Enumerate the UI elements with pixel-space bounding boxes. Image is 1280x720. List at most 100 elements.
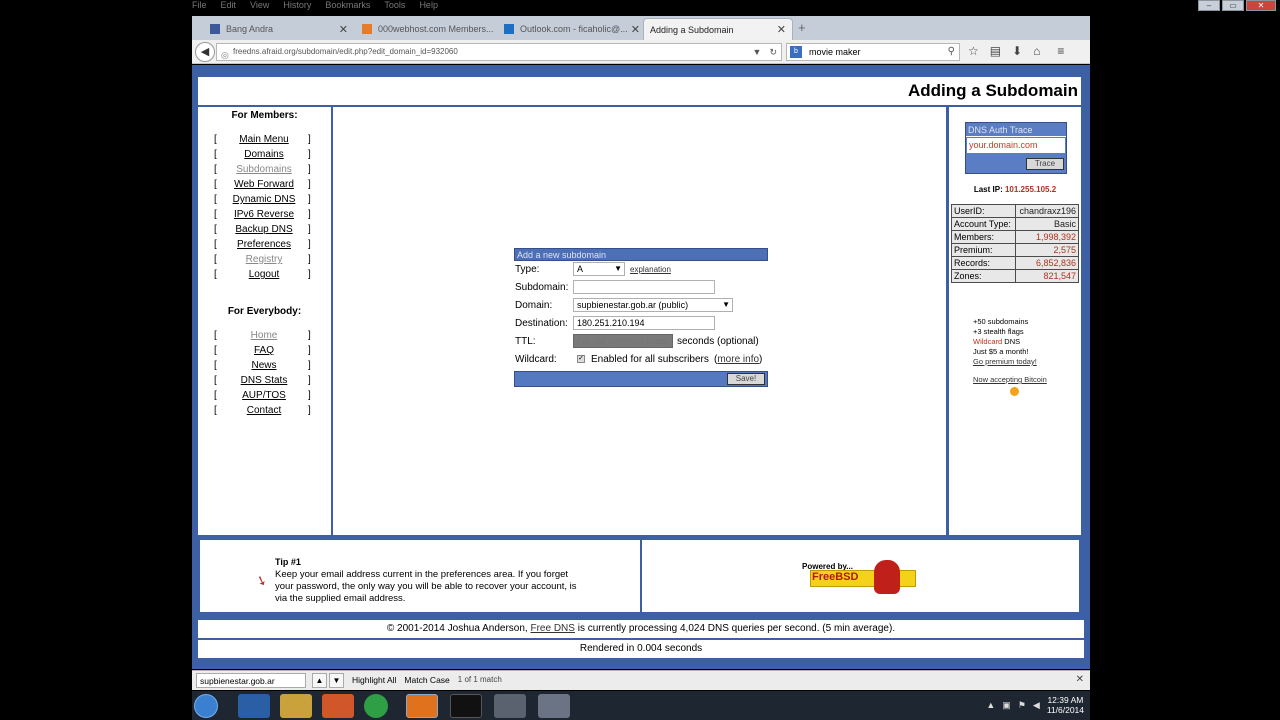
download-icon[interactable]: ⬇ bbox=[1012, 44, 1022, 58]
nav-link[interactable]: Contact bbox=[224, 405, 304, 416]
bitcoin-icon[interactable] bbox=[1010, 387, 1019, 396]
tab-label: Bang Andra bbox=[226, 24, 274, 34]
highlight-all-toggle[interactable]: Highlight All bbox=[352, 675, 396, 685]
menu-edit[interactable]: Edit bbox=[221, 0, 237, 14]
find-previous-button[interactable]: ▲ bbox=[312, 673, 327, 688]
show-hidden-icon[interactable]: ▲ bbox=[986, 700, 995, 710]
start-button[interactable] bbox=[194, 694, 218, 718]
ttl-input bbox=[573, 334, 673, 348]
go-premium-link[interactable]: Go premium today! bbox=[973, 357, 1037, 366]
bookmark-star-icon[interactable]: ☆ bbox=[968, 44, 979, 58]
more-info-link[interactable]: more info bbox=[717, 354, 759, 365]
nav-link[interactable]: Domains bbox=[224, 149, 304, 160]
nav-link[interactable]: Dynamic DNS bbox=[224, 194, 304, 205]
flag-icon[interactable]: ⚑ bbox=[1018, 700, 1026, 711]
tab-000webhost[interactable]: 000webhost.com Members... bbox=[356, 18, 504, 40]
nav-link[interactable]: Preferences bbox=[224, 239, 304, 250]
menu-file[interactable]: File bbox=[192, 0, 207, 14]
nav-link[interactable]: News bbox=[224, 360, 304, 371]
home-icon[interactable]: ⌂ bbox=[1033, 44, 1040, 58]
tab-bar: Bang Andra ✕ 000webhost.com Members... O… bbox=[192, 16, 1090, 40]
media-player-icon[interactable] bbox=[322, 694, 354, 718]
menu-view[interactable]: View bbox=[250, 0, 269, 14]
menu-help[interactable]: Help bbox=[419, 0, 438, 14]
cmd-icon[interactable] bbox=[450, 694, 482, 718]
freebsd-logo[interactable]: Powered by... FreeBSD bbox=[802, 558, 918, 598]
close-tab-icon[interactable]: ✕ bbox=[339, 23, 348, 36]
nav-item-ipv6-reverse: [IPv6 Reverse] bbox=[214, 209, 311, 220]
ie-icon[interactable] bbox=[238, 694, 270, 718]
bookmarks-list-icon[interactable]: ▤ bbox=[990, 44, 1001, 58]
maximize-button[interactable]: ▭ bbox=[1222, 0, 1244, 11]
search-engine-icon[interactable]: b bbox=[790, 46, 802, 58]
save-button[interactable]: Save! bbox=[727, 373, 765, 385]
domain-select[interactable]: supbienestar.gob.ar (public) ▼ bbox=[573, 298, 733, 312]
last-ip: Last IP: 101.255.105.2 bbox=[973, 185, 1057, 194]
nav-item-aup-tos: [AUP/TOS] bbox=[214, 390, 311, 401]
network-icon[interactable]: ▣ bbox=[1002, 700, 1011, 711]
app-icon[interactable] bbox=[494, 694, 526, 718]
clock[interactable]: 12:39 AM 11/6/2014 bbox=[1047, 695, 1084, 715]
menu-bookmarks[interactable]: Bookmarks bbox=[325, 0, 370, 14]
close-window-button[interactable]: ✕ bbox=[1246, 0, 1276, 11]
menu-history[interactable]: History bbox=[283, 0, 311, 14]
minimize-button[interactable]: – bbox=[1198, 0, 1220, 11]
nav-link[interactable]: DNS Stats bbox=[224, 375, 304, 386]
explanation-link[interactable]: explanation bbox=[630, 265, 671, 274]
close-tab-icon[interactable]: ✕ bbox=[777, 23, 786, 36]
back-button[interactable]: ◀ bbox=[195, 42, 215, 62]
type-select[interactable]: A ▼ bbox=[573, 262, 625, 276]
window-controls: – ▭ ✕ bbox=[1198, 0, 1276, 11]
tab-bang-andra[interactable]: Bang Andra ✕ bbox=[204, 18, 354, 40]
trace-button[interactable]: Trace bbox=[1026, 158, 1064, 170]
tab-adding-subdomain[interactable]: Adding a Subdomain ✕ bbox=[643, 18, 793, 40]
find-input[interactable] bbox=[196, 673, 306, 688]
wildcard-checkbox[interactable]: ✓ bbox=[577, 355, 585, 363]
bitcoin-link[interactable]: Now accepting Bitcoin bbox=[973, 375, 1047, 384]
url-text: freedns.afraid.org/subdomain/edit.php?ed… bbox=[233, 47, 458, 56]
ttl-row: TTL: seconds (optional) bbox=[514, 333, 768, 351]
explorer-icon[interactable] bbox=[280, 694, 312, 718]
nav-link[interactable]: AUP/TOS bbox=[224, 390, 304, 401]
free-dns-link[interactable]: Free DNS bbox=[530, 623, 574, 634]
chevron-down-icon: ▼ bbox=[722, 300, 730, 309]
nav-link[interactable]: Main Menu bbox=[224, 134, 304, 145]
nav-item-contact: [Contact] bbox=[214, 405, 311, 416]
search-input[interactable]: b movie maker ⚲ bbox=[786, 43, 960, 61]
title-bar: File Edit View History Bookmarks Tools H… bbox=[0, 0, 1280, 16]
volume-icon[interactable]: ◀ bbox=[1033, 700, 1040, 711]
url-bar[interactable]: ◎ freedns.afraid.org/subdomain/edit.php?… bbox=[216, 43, 782, 61]
nav-link[interactable]: FAQ bbox=[224, 345, 304, 356]
chrome-icon[interactable] bbox=[364, 694, 388, 718]
domain-value: supbienestar.gob.ar (public) bbox=[577, 300, 689, 310]
find-next-button[interactable]: ▼ bbox=[329, 673, 344, 688]
new-tab-icon[interactable]: + bbox=[798, 20, 806, 35]
match-case-toggle[interactable]: Match Case bbox=[404, 675, 449, 685]
camera-icon[interactable] bbox=[538, 694, 570, 718]
nav-link[interactable]: IPv6 Reverse bbox=[224, 209, 304, 220]
search-icon[interactable]: ⚲ bbox=[948, 44, 955, 60]
close-tab-icon[interactable]: ✕ bbox=[631, 23, 640, 36]
menu-icon[interactable]: ≡ bbox=[1057, 44, 1064, 58]
nav-link[interactable]: Logout bbox=[224, 269, 304, 280]
trace-domain-input[interactable]: your.domain.com bbox=[967, 138, 1065, 153]
type-label: Type: bbox=[515, 264, 540, 275]
page-title: Adding a Subdomain bbox=[908, 81, 1078, 100]
webhost-icon bbox=[362, 24, 372, 34]
dropdown-arrow-icon[interactable]: ▼ bbox=[753, 44, 762, 60]
type-value: A bbox=[577, 264, 584, 274]
nav-link[interactable]: Subdomains bbox=[224, 164, 304, 175]
tab-outlook[interactable]: Outlook.com - ficaholic@... ✕ bbox=[498, 18, 646, 40]
nav-link[interactable]: Web Forward bbox=[224, 179, 304, 190]
close-icon[interactable]: ✕ bbox=[1076, 674, 1084, 685]
destination-input[interactable] bbox=[573, 316, 715, 330]
tab-label: Adding a Subdomain bbox=[650, 24, 734, 35]
nav-item-web-forward: [Web Forward] bbox=[214, 179, 311, 190]
reload-icon[interactable]: ↻ bbox=[769, 44, 777, 60]
subdomain-input[interactable] bbox=[573, 280, 715, 294]
nav-link[interactable]: Backup DNS bbox=[224, 224, 304, 235]
nav-link[interactable]: Registry bbox=[224, 254, 304, 265]
menu-tools[interactable]: Tools bbox=[384, 0, 405, 14]
nav-link[interactable]: Home bbox=[224, 330, 304, 341]
firefox-icon[interactable] bbox=[406, 694, 438, 718]
